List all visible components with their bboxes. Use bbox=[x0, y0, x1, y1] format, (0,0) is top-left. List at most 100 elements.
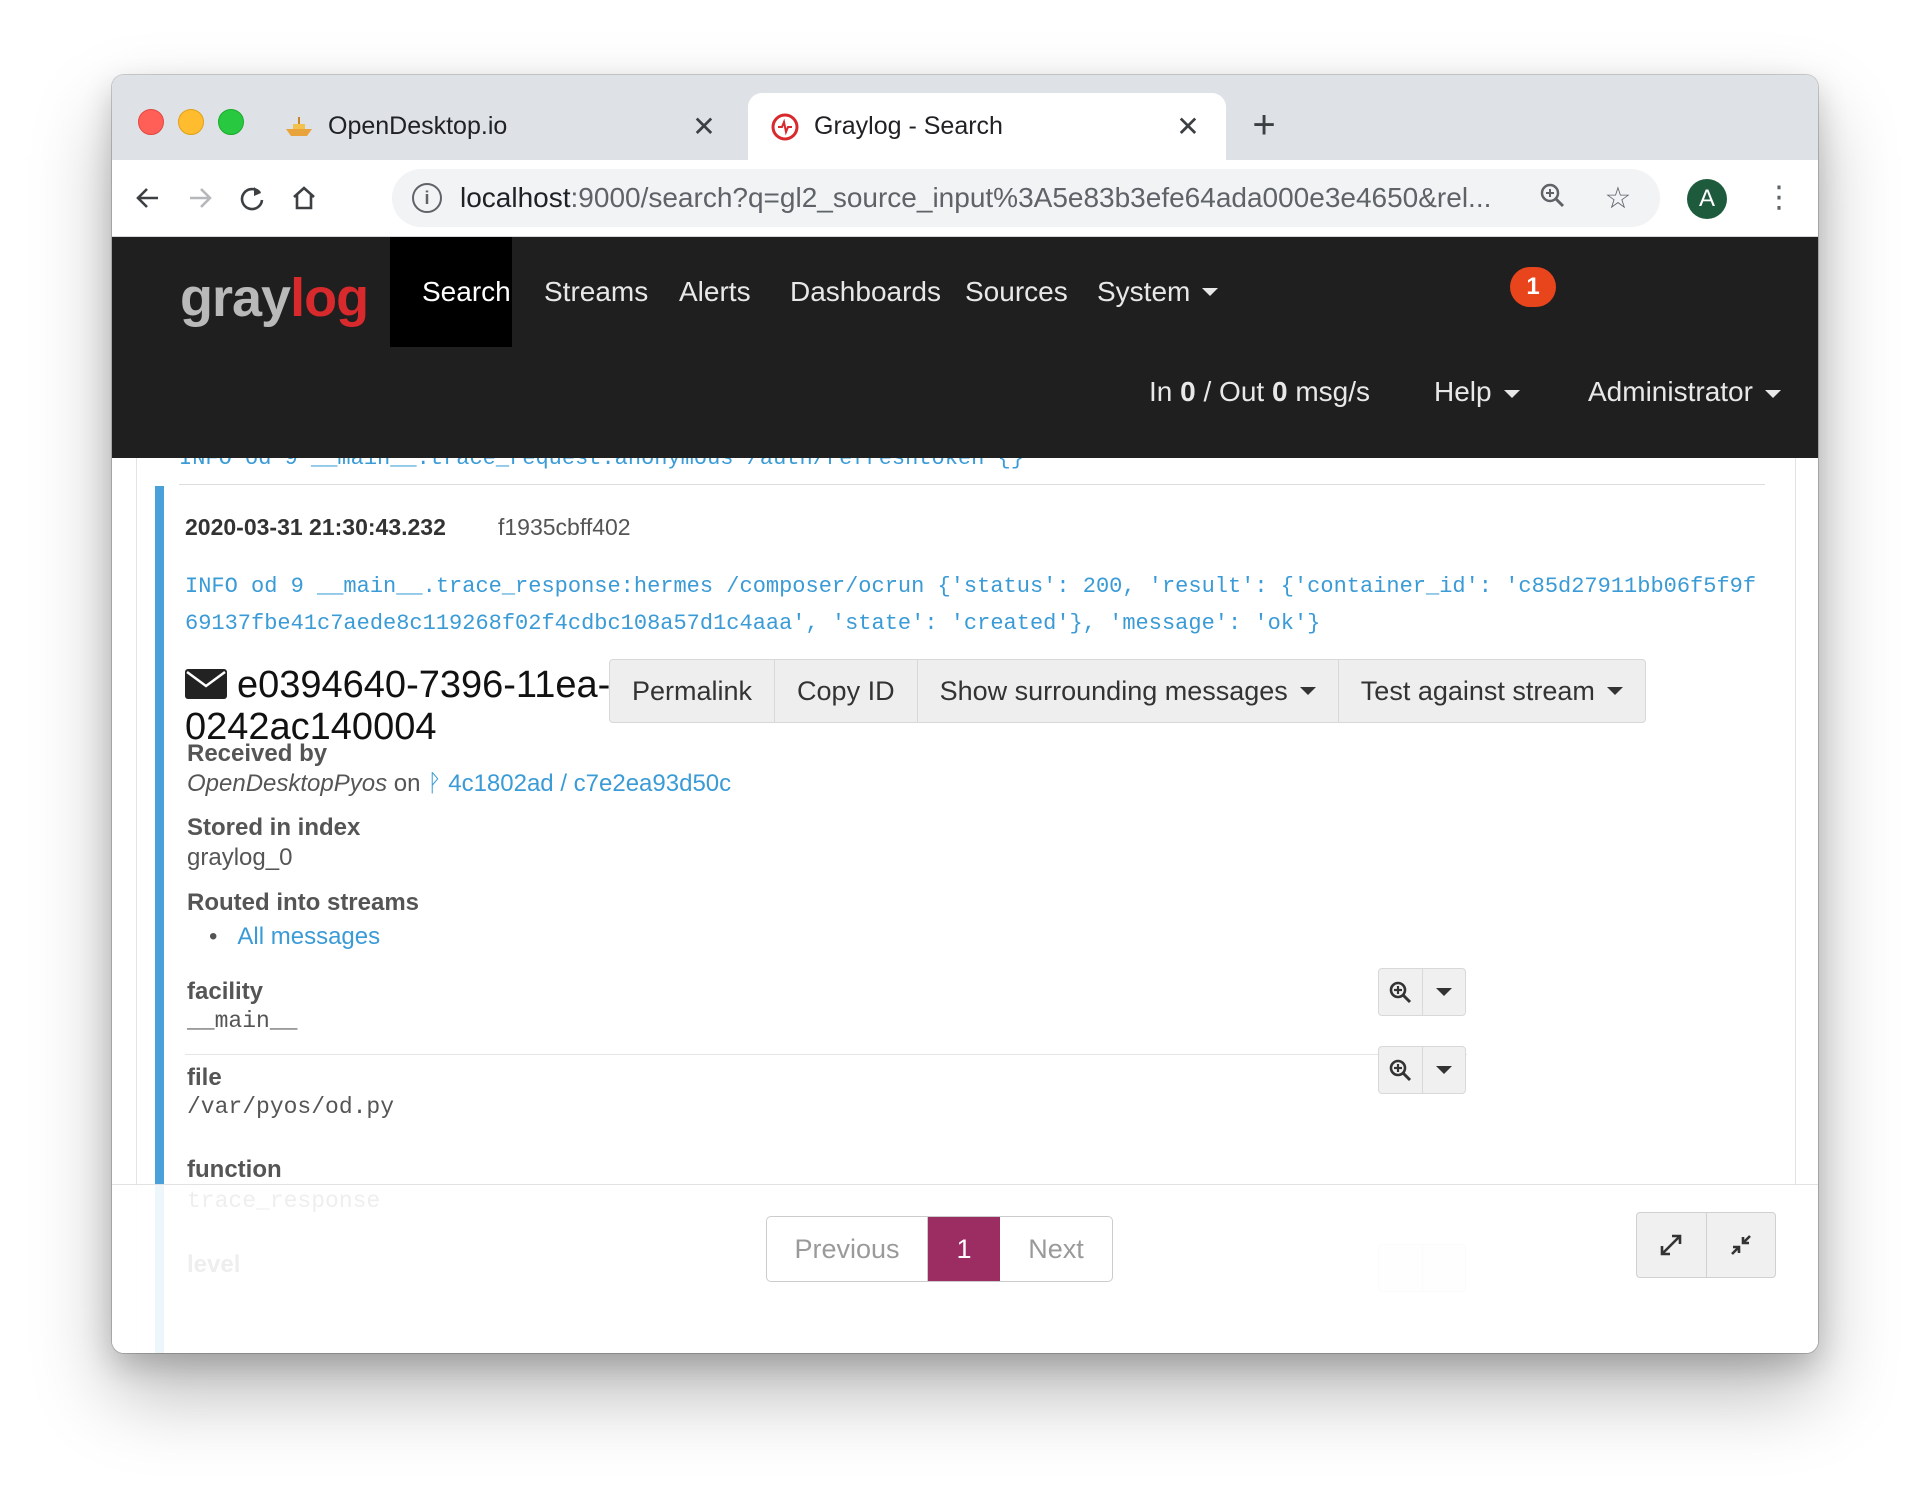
previous-message-line[interactable]: INFO od 9 __main__.trace_request:anonymo… bbox=[179, 458, 1024, 471]
show-surrounding-button[interactable]: Show surrounding messages bbox=[918, 660, 1339, 722]
caret-down-icon bbox=[1764, 389, 1781, 398]
stream-link[interactable]: All messages bbox=[237, 923, 380, 950]
caret-down-icon[interactable] bbox=[1423, 1047, 1466, 1093]
field-actions bbox=[1378, 1046, 1466, 1094]
back-button[interactable] bbox=[126, 176, 170, 220]
zoom-icon[interactable] bbox=[1532, 181, 1572, 216]
nav-label: System bbox=[1097, 276, 1191, 307]
logo-text-gray: gray bbox=[180, 268, 291, 328]
zoom-in-icon[interactable] bbox=[1379, 1047, 1423, 1093]
throughput-unit: msg/s bbox=[1287, 376, 1371, 407]
throughput-indicator: In 0 / Out 0 msg/s bbox=[1149, 371, 1370, 413]
field-name: file bbox=[187, 1064, 222, 1091]
field-value: __main__ bbox=[187, 1008, 298, 1034]
nav-label: Alerts bbox=[679, 276, 751, 307]
profile-avatar[interactable]: A bbox=[1687, 179, 1727, 219]
nav-label: Search bbox=[422, 276, 511, 307]
tab-title: Graylog - Search bbox=[814, 112, 1003, 140]
logo-text-red: log bbox=[290, 268, 369, 328]
caret-down-icon bbox=[1202, 288, 1219, 296]
notification-badge[interactable]: 1 bbox=[1510, 267, 1556, 307]
test-against-stream-label: Test against stream bbox=[1360, 675, 1595, 706]
nav-search[interactable]: Search bbox=[390, 237, 512, 347]
throughput-in-value: 0 bbox=[1180, 376, 1196, 407]
message-actions: Permalink Copy ID Show surrounding messa… bbox=[609, 659, 1646, 723]
envelope-icon bbox=[185, 669, 227, 699]
zoom-in-icon[interactable] bbox=[1379, 969, 1423, 1015]
routed-into-streams-label: Routed into streams bbox=[187, 889, 420, 916]
permalink-button[interactable]: Permalink bbox=[610, 660, 776, 722]
help-menu[interactable]: Help bbox=[1434, 371, 1520, 413]
url-text[interactable]: localhost:9000/search?q=gl2_source_input… bbox=[460, 182, 1520, 214]
throughput-out-label: / Out bbox=[1195, 376, 1272, 407]
field-value: /var/pyos/od.py bbox=[187, 1094, 395, 1120]
current-page[interactable]: 1 bbox=[928, 1217, 1000, 1281]
message-raw-text: INFO od 9 __main__.trace_response:hermes… bbox=[185, 574, 1757, 636]
tab-title: OpenDesktop.io bbox=[328, 112, 508, 140]
arrow-left-icon bbox=[136, 188, 158, 208]
browser-menu-icon[interactable]: ⋮ bbox=[1764, 178, 1794, 222]
received-by-label: Received by bbox=[187, 740, 328, 767]
home-icon bbox=[293, 186, 315, 210]
show-surrounding-label: Show surrounding messages bbox=[939, 675, 1288, 706]
forward-button[interactable] bbox=[178, 176, 222, 220]
url-host: localhost bbox=[460, 182, 571, 213]
pagination: Previous 1 Next bbox=[766, 1216, 1113, 1282]
compress-icon[interactable] bbox=[1707, 1213, 1776, 1277]
caret-down-icon bbox=[1503, 389, 1520, 398]
received-by-value: OpenDesktopPyos on ᚹ 4c1802ad / c7e2ea93… bbox=[187, 770, 731, 798]
reload-button[interactable] bbox=[230, 176, 274, 220]
caret-down-icon bbox=[1606, 687, 1623, 695]
browser-window: OpenDesktop.io ✕ Graylog - Search ✕ + i … bbox=[112, 75, 1818, 1353]
field-divider bbox=[185, 1054, 1467, 1055]
search-results: INFO od 9 __main__.trace_request:anonymo… bbox=[112, 458, 1818, 1353]
field-actions bbox=[1378, 968, 1466, 1016]
received-by-on: on bbox=[387, 770, 428, 797]
user-label: Administrator bbox=[1588, 376, 1753, 407]
message-short-id: f1935cbff402 bbox=[498, 514, 631, 540]
minimize-window-button[interactable] bbox=[178, 109, 204, 135]
previous-page-button[interactable]: Previous bbox=[767, 1217, 928, 1281]
address-bar[interactable]: i localhost:9000/search?q=gl2_source_inp… bbox=[392, 169, 1660, 227]
next-page-button[interactable]: Next bbox=[1000, 1217, 1112, 1281]
tab-opendesktop[interactable]: OpenDesktop.io ✕ bbox=[262, 93, 742, 160]
close-window-button[interactable] bbox=[138, 109, 164, 135]
help-label: Help bbox=[1434, 376, 1492, 407]
tab-strip: OpenDesktop.io ✕ Graylog - Search ✕ + bbox=[112, 75, 1818, 160]
bookmark-star-icon[interactable]: ☆ bbox=[1598, 181, 1638, 216]
copy-id-button[interactable]: Copy ID bbox=[775, 660, 918, 722]
graylog-icon bbox=[770, 112, 800, 142]
expand-icon[interactable] bbox=[1637, 1213, 1707, 1277]
code-fork-icon: ᚹ bbox=[427, 770, 449, 797]
stored-in-index-label: Stored in index bbox=[187, 814, 361, 841]
nav-label: Sources bbox=[965, 276, 1068, 307]
test-against-stream-button[interactable]: Test against stream bbox=[1339, 660, 1645, 722]
browser-toolbar: i localhost:9000/search?q=gl2_source_inp… bbox=[112, 160, 1818, 237]
graylog-navbar: graylog Search Streams Alerts Dashboards… bbox=[112, 237, 1818, 458]
graylog-logo[interactable]: graylog bbox=[180, 267, 369, 328]
url-path: :9000/search?q=gl2_source_input%3A5e83b3… bbox=[570, 182, 1492, 213]
user-menu[interactable]: Administrator bbox=[1588, 371, 1781, 413]
field-name: facility bbox=[187, 978, 264, 1005]
caret-down-icon bbox=[1299, 687, 1316, 695]
caret-down-icon[interactable] bbox=[1423, 969, 1466, 1015]
expand-collapse-buttons bbox=[1636, 1212, 1776, 1278]
info-icon[interactable]: i bbox=[412, 183, 442, 213]
throughput-in-label: In bbox=[1149, 376, 1181, 407]
zoom-window-button[interactable] bbox=[218, 109, 244, 135]
stored-in-index-value: graylog_0 bbox=[187, 844, 293, 871]
divider bbox=[179, 484, 1765, 485]
new-tab-button[interactable]: + bbox=[1242, 103, 1286, 147]
arrow-right-icon bbox=[190, 188, 212, 208]
nav-label: Dashboards bbox=[790, 276, 941, 307]
field-name: function bbox=[187, 1156, 282, 1183]
boat-icon bbox=[284, 112, 314, 142]
home-button[interactable] bbox=[282, 176, 326, 220]
node-link[interactable]: ᚹ 4c1802ad / c7e2ea93d50c bbox=[427, 770, 731, 797]
close-tab-icon[interactable]: ✕ bbox=[688, 110, 720, 143]
source-name: OpenDesktopPyos bbox=[187, 770, 388, 797]
tab-graylog-search[interactable]: Graylog - Search ✕ bbox=[748, 93, 1226, 160]
message-timestamp: 2020-03-31 21:30:43.232 bbox=[185, 514, 446, 540]
nav-system[interactable]: System bbox=[1065, 237, 1250, 347]
close-tab-icon[interactable]: ✕ bbox=[1172, 110, 1204, 143]
